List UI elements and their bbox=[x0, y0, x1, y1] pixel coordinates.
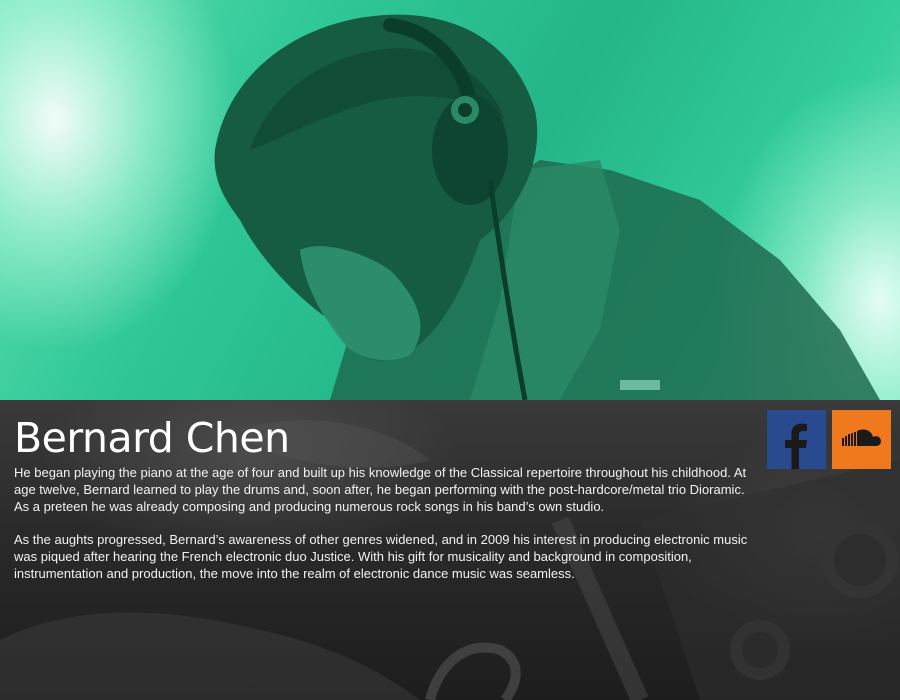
soundcloud-link[interactable] bbox=[832, 410, 891, 469]
hero-photo bbox=[0, 0, 900, 400]
artist-bio: He began playing the piano at the age of… bbox=[14, 464, 749, 598]
facebook-icon bbox=[785, 423, 807, 469]
dj-photo-illustration bbox=[214, 14, 880, 400]
bio-paragraph: He began playing the piano at the age of… bbox=[14, 465, 747, 514]
soundcloud-icon bbox=[842, 429, 881, 446]
facebook-link[interactable] bbox=[767, 410, 826, 469]
social-links bbox=[767, 410, 891, 469]
artist-page: Bernard Chen He began playing the piano … bbox=[0, 0, 900, 700]
artist-name: Bernard Chen bbox=[14, 414, 290, 462]
bio-paragraph: As the aughts progressed, Bernard’s awar… bbox=[14, 532, 748, 581]
